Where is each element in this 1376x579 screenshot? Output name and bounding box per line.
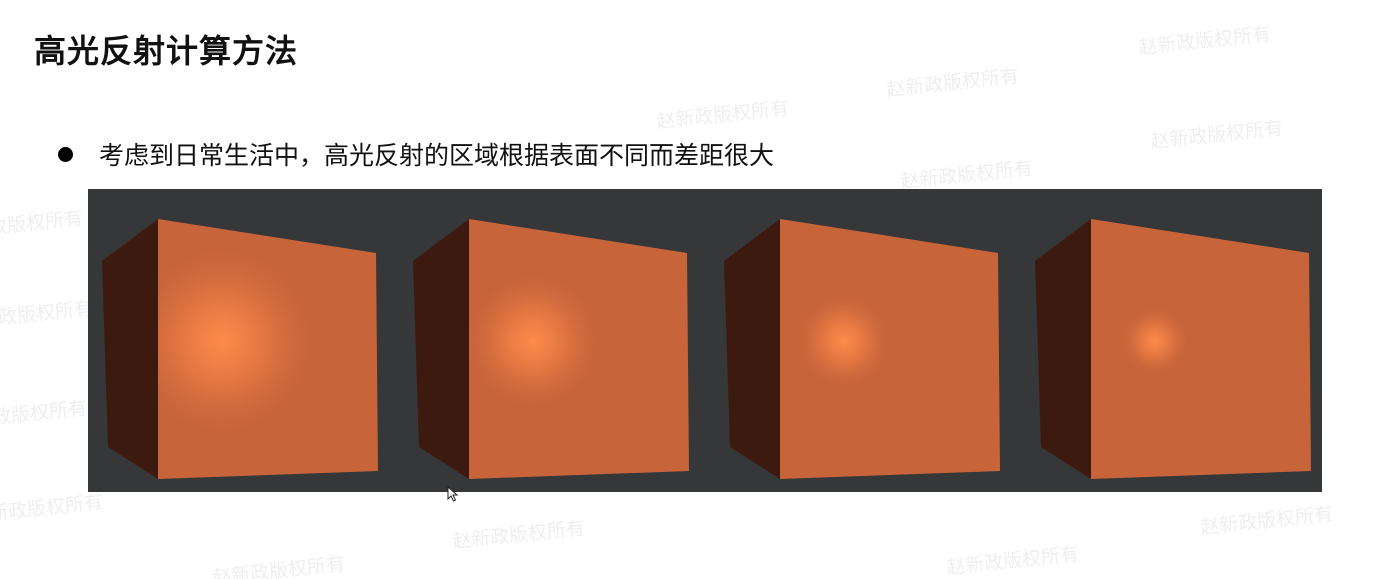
cube-panel (102, 219, 378, 479)
watermark: 赵新政版权所有 (0, 297, 94, 333)
cube-side-face (413, 219, 469, 479)
watermark: 赵新政版权所有 (0, 207, 84, 243)
bullet-item: 考虑到日常生活中，高光反射的区域根据表面不同而差距很大 (58, 136, 774, 172)
watermark: 赵新政版权所有 (885, 65, 1020, 101)
watermark: 赵新政版权所有 (0, 491, 104, 527)
watermark: 赵新政版权所有 (0, 397, 88, 433)
cube-side-face (102, 219, 158, 479)
watermark: 赵新政版权所有 (1199, 503, 1334, 539)
specular-highlight (780, 219, 1000, 479)
bullet-dot-icon (58, 146, 73, 162)
specular-highlight (469, 219, 689, 479)
cubes-illustration (102, 219, 1311, 479)
cube-side-face (724, 219, 780, 479)
cursor-icon (447, 486, 459, 502)
watermark: 赵新政版权所有 (1137, 23, 1272, 59)
watermark: 赵新政版权所有 (655, 97, 790, 133)
specular-comparison-figure (88, 189, 1322, 492)
watermark: 赵新政版权所有 (451, 517, 586, 553)
slide: 赵新政版权所有 赵新政版权所有 赵新政版权所有 赵新政版权所有 赵新政版权所有 … (0, 0, 1376, 579)
cube-panel (724, 219, 1000, 479)
watermark: 赵新政版权所有 (211, 553, 346, 579)
cube-panel (413, 219, 689, 479)
watermark: 赵新政版权所有 (899, 157, 1034, 193)
watermark: 赵新政版权所有 (1149, 117, 1284, 153)
watermark: 赵新政版权所有 (945, 543, 1080, 579)
specular-highlight (158, 219, 378, 479)
specular-highlight (1091, 219, 1311, 479)
cube-panel (1035, 219, 1311, 479)
bullet-text: 考虑到日常生活中，高光反射的区域根据表面不同而差距很大 (99, 141, 775, 170)
cube-side-face (1035, 219, 1091, 479)
slide-title: 高光反射计算方法 (34, 32, 299, 70)
